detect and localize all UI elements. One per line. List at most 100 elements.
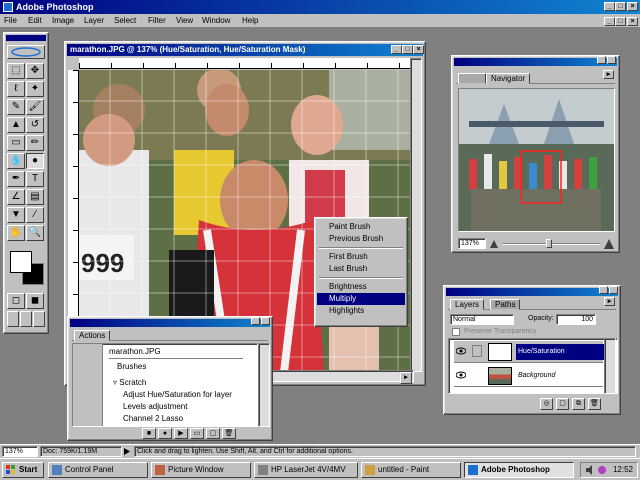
image-minimize-button[interactable]: _ <box>391 45 402 54</box>
hand-tool-icon[interactable]: ✋ <box>7 225 25 241</box>
actions-row[interactable]: Channel 2 Lasso <box>109 413 243 425</box>
tab-actions[interactable]: Actions <box>74 330 111 341</box>
ctx-item-multiply[interactable]: Multiply <box>317 293 405 305</box>
actions-titlebar[interactable] <box>70 319 270 327</box>
navigator-zoom-thumb[interactable] <box>546 239 552 248</box>
layer-link-icon[interactable] <box>472 369 482 381</box>
menu-edit[interactable]: Edit <box>28 16 42 25</box>
tab-paths[interactable]: Paths <box>490 299 521 310</box>
new-layer-icon[interactable]: ▢ <box>556 398 569 410</box>
gradient-tool-icon[interactable]: ▤ <box>26 189 44 205</box>
layer-row[interactable]: Background <box>454 365 603 387</box>
move-tool-icon[interactable]: ✥ <box>26 63 44 79</box>
blend-mode-select[interactable]: Normal <box>450 314 514 325</box>
rubber-stamp-tool-icon[interactable]: ▲ <box>7 117 25 133</box>
menu-image[interactable]: Image <box>52 16 74 25</box>
menu-help[interactable]: Help <box>242 16 258 25</box>
history-brush-tool-icon[interactable]: ↺ <box>26 117 44 133</box>
task-printer[interactable]: HP LaserJet 4V/4MV <box>254 462 358 478</box>
ctx-item-first-brush[interactable]: First Brush <box>317 251 405 263</box>
task-paint[interactable]: untitled - Paint <box>361 462 461 478</box>
record-icon[interactable]: ● <box>158 428 172 439</box>
eraser-tool-icon[interactable]: ▭ <box>7 135 25 151</box>
pen-tool-icon[interactable]: ✒ <box>7 171 25 187</box>
close-button[interactable]: × <box>627 2 638 11</box>
tab-layers[interactable]: Layers <box>450 299 485 310</box>
doc-close-button[interactable]: × <box>627 17 638 26</box>
menu-view[interactable]: View <box>176 16 193 25</box>
clock[interactable]: 12:52 <box>613 463 633 477</box>
actions-scrollbar[interactable] <box>258 343 270 427</box>
airbrush-tool-icon[interactable]: ✎ <box>7 99 25 115</box>
status-arrow-icon[interactable] <box>124 448 130 455</box>
actions-row[interactable]: Brushes <box>109 361 243 373</box>
layer-link-icon[interactable] <box>472 345 482 357</box>
doc-size-status[interactable]: Doc: 759K/1.19M <box>40 446 122 457</box>
image-maximize-button[interactable]: □ <box>402 45 413 54</box>
zoom-status-field[interactable]: 137% <box>2 446 38 457</box>
opacity-field[interactable]: 100 <box>556 314 596 325</box>
layers-scrollbar[interactable] <box>604 338 616 394</box>
full-screen-icon[interactable] <box>33 311 45 327</box>
preserve-transparency-checkbox[interactable] <box>452 328 460 336</box>
eye-icon[interactable] <box>455 370 467 380</box>
menu-filter[interactable]: Filter <box>148 16 166 25</box>
type-tool-icon[interactable]: T <box>26 171 44 187</box>
measure-tool-icon[interactable]: ∠ <box>7 189 25 205</box>
navigator-minimize-button[interactable] <box>597 56 606 64</box>
paintbrush-tool-icon[interactable]: 🖌 <box>26 99 44 115</box>
minimize-button[interactable]: _ <box>604 2 615 11</box>
navigator-zoom-field[interactable]: 137% <box>458 238 486 249</box>
standard-screen-icon[interactable] <box>7 311 19 327</box>
doc-restore-button[interactable]: □ <box>615 17 626 26</box>
duplicate-layer-icon[interactable]: ⧉ <box>572 398 585 410</box>
layer-name[interactable]: Background <box>516 368 604 384</box>
image-vertical-scrollbar[interactable] <box>410 58 422 372</box>
ctx-item-previous-brush[interactable]: Previous Brush <box>317 233 405 245</box>
new-set-icon[interactable]: ▭ <box>190 428 204 439</box>
task-photoshop[interactable]: Adobe Photoshop <box>464 462 574 478</box>
speaker-icon[interactable] <box>585 465 595 475</box>
paint-bucket-tool-icon[interactable]: ▼ <box>7 207 25 223</box>
layer-name-selected[interactable]: Hue/Saturation <box>516 344 604 360</box>
doc-minimize-button[interactable]: _ <box>604 17 615 26</box>
actions-row[interactable]: Levels adjustment <box>109 401 243 413</box>
layers-close-button[interactable] <box>609 286 618 294</box>
marquee-tool-icon[interactable]: ⬚ <box>7 63 25 79</box>
start-button[interactable]: Start <box>2 462 44 478</box>
actions-row[interactable]: ▿ Scratch <box>109 377 243 389</box>
ctx-item-brightness[interactable]: Brightness <box>317 281 405 293</box>
trash-icon[interactable]: 🗑 <box>588 398 601 410</box>
actions-close-button[interactable] <box>261 317 270 325</box>
app-titlebar[interactable]: Adobe Photoshop <box>0 0 640 14</box>
pencil-tool-icon[interactable]: ✏ <box>26 135 44 151</box>
new-action-icon[interactable]: ▢ <box>206 428 220 439</box>
navigator-thumbnail[interactable] <box>459 89 614 231</box>
layer-row[interactable]: Hue/Saturation <box>454 341 615 363</box>
layers-menu-arrow-icon[interactable]: ▸ <box>604 297 615 306</box>
zoom-out-icon[interactable] <box>490 240 498 248</box>
task-picture-window[interactable]: Picture Window <box>151 462 251 478</box>
blur-tool-icon[interactable]: 💧 <box>7 153 25 169</box>
actions-trash-icon[interactable]: 🗑 <box>222 428 236 439</box>
ctx-item-last-brush[interactable]: Last Brush <box>317 263 405 275</box>
menu-select[interactable]: Select <box>114 16 136 25</box>
toolbox-titlebar[interactable] <box>6 35 46 41</box>
tab-blank[interactable] <box>458 73 486 84</box>
zoom-tool-icon[interactable]: 🔍 <box>26 225 44 241</box>
quick-mask-mode-icon[interactable]: ◼ <box>26 293 44 309</box>
layers-minimize-button[interactable] <box>599 286 608 294</box>
actions-row[interactable]: marathon.JPG <box>109 346 243 358</box>
navigator-titlebar[interactable] <box>454 58 617 66</box>
magic-wand-tool-icon[interactable]: ✦ <box>26 81 44 97</box>
navigator-close-button[interactable] <box>607 56 616 64</box>
image-window-titlebar[interactable]: marathon.JPG @ 137% (Hue/Saturation, Hue… <box>67 44 423 56</box>
eye-icon[interactable] <box>455 346 467 356</box>
maximize-button[interactable]: □ <box>615 2 626 11</box>
zoom-in-icon[interactable] <box>604 239 614 249</box>
dodge-tool-icon[interactable]: ● <box>26 153 44 169</box>
play-icon[interactable]: ▶ <box>174 428 188 439</box>
layers-titlebar[interactable] <box>446 288 618 296</box>
actions-row[interactable]: Adjust Hue/Saturation for layer <box>109 389 243 401</box>
new-layer-mask-icon[interactable]: ◎ <box>540 398 553 410</box>
